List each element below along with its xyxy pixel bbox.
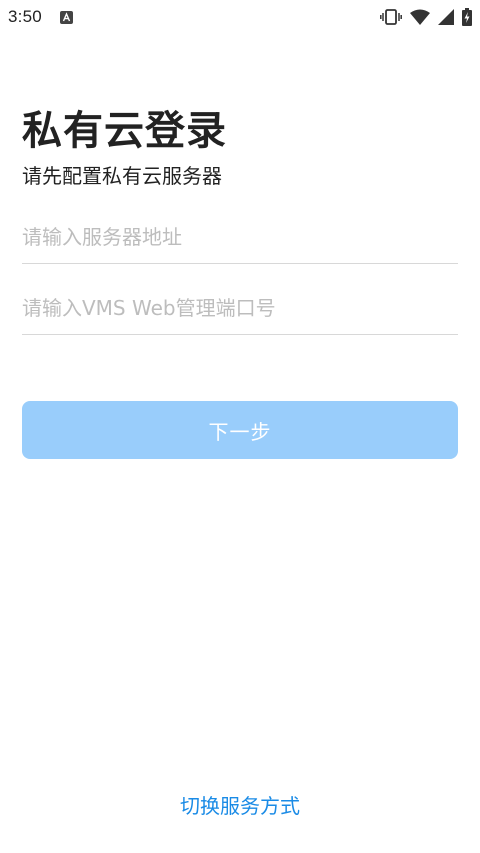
next-step-button[interactable]: 下一步 bbox=[22, 401, 458, 459]
server-address-input[interactable] bbox=[22, 214, 458, 263]
port-field bbox=[22, 285, 458, 335]
signal-icon bbox=[438, 9, 454, 25]
page-title: 私有云登录 bbox=[22, 108, 227, 154]
wifi-icon bbox=[410, 9, 430, 25]
page-subtitle: 请先配置私有云服务器 bbox=[22, 164, 222, 188]
login-screen: 3:50 私有云登录 请先配置私有云服务器 请输入服务器地址 请输入VMS We… bbox=[0, 0, 480, 853]
switch-service-link[interactable]: 切换服务方式 bbox=[0, 790, 480, 819]
battery-charging-icon bbox=[462, 8, 472, 26]
status-bar: 3:50 bbox=[0, 0, 480, 34]
server-address-field bbox=[22, 214, 458, 264]
vms-port-input[interactable] bbox=[22, 285, 458, 334]
status-time: 3:50 bbox=[8, 7, 42, 26]
a-box-icon bbox=[60, 10, 74, 24]
status-icons bbox=[380, 8, 472, 26]
vibrate-icon bbox=[380, 9, 402, 25]
